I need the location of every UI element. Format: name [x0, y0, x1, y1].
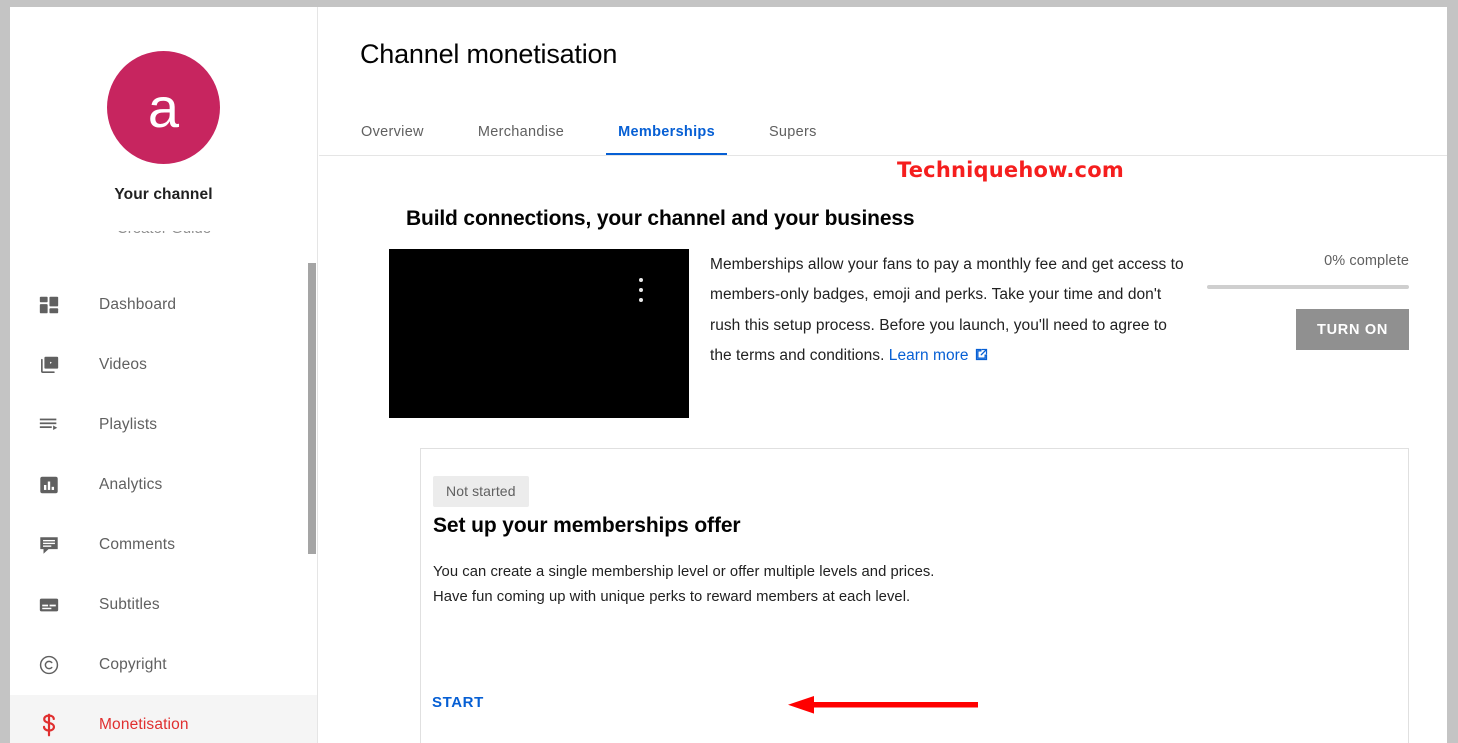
page-title: Channel monetisation [360, 39, 618, 69]
tab-merchandise[interactable]: Merchandise [477, 124, 565, 156]
card-description-line-2: Have fun coming up with unique perks to … [433, 589, 911, 605]
copyright-icon [36, 652, 62, 678]
progress-section: 0% complete TURN ON [1207, 253, 1409, 350]
sidebar-item-monetisation[interactable]: Monetisation [10, 695, 317, 743]
tab-overview-label: Overview [361, 124, 424, 140]
tab-supers-label: Supers [768, 124, 817, 140]
sidebar-item-subtitles[interactable]: Subtitles [10, 575, 317, 635]
sidebar-item-analytics[interactable]: Analytics [10, 455, 317, 515]
sidebar-item-playlists[interactable]: Playlists [10, 395, 317, 455]
sidebar-item-playlists-label: Playlists [99, 416, 158, 433]
sidebar-nav: Dashboard Videos Playlists Analytics Com… [10, 275, 317, 743]
channel-block: a Your channel [10, 7, 317, 204]
sidebar-item-creator-guide-label: Creator Guide [10, 231, 317, 236]
main-content: Channel monetisation Overview Merchandis… [319, 7, 1447, 743]
progress-label: 0% complete [1324, 253, 1409, 269]
section-heading: Build connections, your channel and your… [406, 207, 915, 230]
start-button[interactable]: START [432, 694, 484, 711]
sidebar-item-monetisation-label: Monetisation [99, 716, 189, 733]
tab-supers[interactable]: Supers [768, 124, 818, 156]
sidebar-item-copyright[interactable]: Copyright [10, 635, 317, 695]
sidebar-item-videos-label: Videos [99, 356, 148, 373]
sidebar-item-dashboard-label: Dashboard [99, 296, 177, 313]
videos-icon [36, 352, 62, 378]
watermark: Techniquehow.com [897, 158, 1124, 182]
status-badge: Not started [433, 476, 529, 507]
card-description: You can create a single membership level… [433, 560, 1053, 610]
tab-memberships[interactable]: Memberships [606, 124, 727, 156]
channel-name: Your channel [114, 186, 213, 203]
browser-page-frame: a Your channel Creator Guide Dashboard [10, 7, 1447, 743]
turn-on-button[interactable]: TURN ON [1296, 309, 1409, 350]
memberships-offer-card: Not started Set up your memberships offe… [420, 448, 1409, 743]
open-in-new-icon [974, 343, 989, 373]
more-vertical-icon[interactable] [634, 275, 648, 305]
memberships-description: Memberships allow your fans to pay a mon… [710, 250, 1190, 373]
card-description-line-1: You can create a single membership level… [433, 564, 935, 580]
dashboard-icon [36, 292, 62, 318]
playlists-icon [36, 412, 62, 438]
sidebar-item-comments[interactable]: Comments [10, 515, 317, 575]
sidebar-scrollbar[interactable] [308, 263, 316, 554]
learn-more-label: Learn more [888, 346, 969, 364]
dollar-icon [36, 712, 62, 738]
tab-memberships-label: Memberships [618, 124, 715, 140]
tab-merchandise-label: Merchandise [477, 124, 565, 140]
avatar[interactable]: a [107, 51, 220, 164]
tab-overview[interactable]: Overview [360, 124, 425, 156]
sidebar-item-dashboard[interactable]: Dashboard [10, 275, 317, 335]
learn-more-link[interactable]: Learn more [889, 347, 989, 364]
sidebar-item-analytics-label: Analytics [99, 476, 163, 493]
tab-bar: Overview Merchandise Memberships Supers [360, 109, 870, 156]
analytics-icon [36, 472, 62, 498]
sidebar-item-creator-guide[interactable]: Creator Guide [10, 231, 317, 245]
sidebar-item-subtitles-label: Subtitles [99, 596, 160, 613]
sidebar-item-copyright-label: Copyright [99, 656, 167, 673]
sidebar: a Your channel Creator Guide Dashboard [10, 7, 318, 743]
promo-video-thumbnail[interactable] [389, 249, 689, 418]
subtitles-icon [36, 592, 62, 618]
progress-bar[interactable] [1207, 285, 1409, 289]
avatar-letter: a [147, 75, 180, 139]
sidebar-item-videos[interactable]: Videos [10, 335, 317, 395]
sidebar-item-comments-label: Comments [99, 536, 176, 553]
card-title: Set up your memberships offer [433, 514, 741, 537]
tab-bar-divider [319, 155, 1447, 156]
comments-icon [36, 532, 62, 558]
